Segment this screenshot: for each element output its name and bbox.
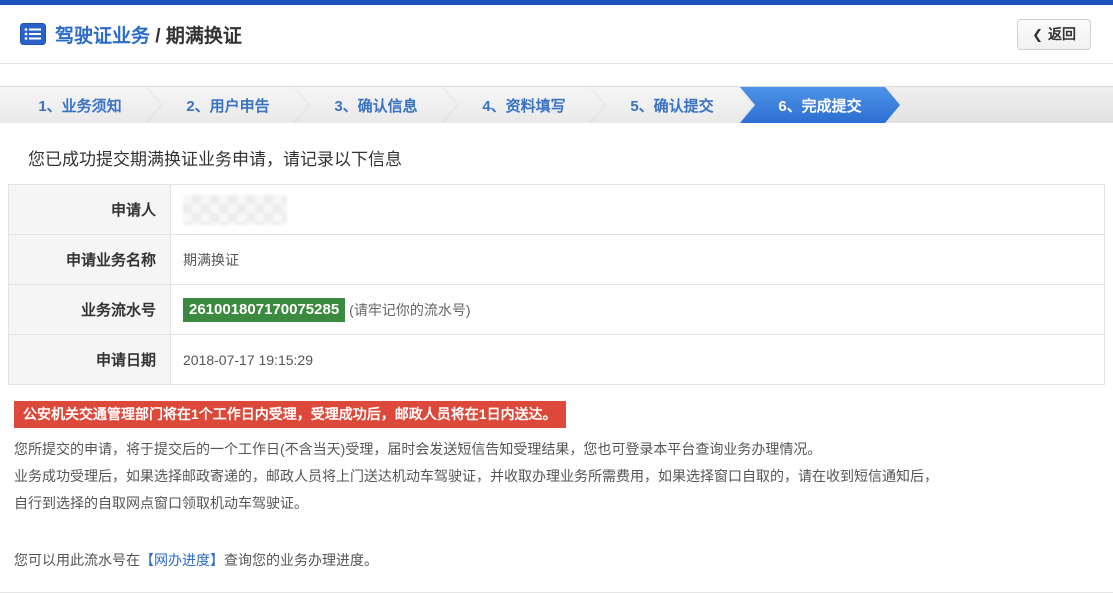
serial-number-note: (请牢记你的流水号)	[349, 302, 470, 318]
note-paragraph-2: 业务成功受理后，如果选择邮政寄递的，邮政人员将上门送达机动车驾驶证，并收取办理业…	[14, 463, 1099, 490]
header-title-group: 驾驶证业务 / 期满换证	[20, 21, 242, 48]
application-info-table: 申请人 申请业务名称 期满换证 业务流水号 261001807170075285…	[8, 184, 1105, 385]
online-progress-link[interactable]: 【网办进度】	[140, 552, 224, 568]
note-paragraph-1: 您所提交的申请，将于提交后的一个工作日(不含当天)受理，届时会发送短信告知受理结…	[14, 436, 1099, 463]
page-title-secondary: 期满换证	[166, 26, 242, 47]
page: 驾驶证业务 / 期满换证 ❮ 返回 1、业务须知 2、用户申告 3、确认信息 4…	[0, 0, 1113, 593]
row-label-serial-number: 业务流水号	[9, 285, 171, 335]
header: 驾驶证业务 / 期满换证 ❮ 返回	[0, 5, 1113, 64]
back-button-label: 返回	[1048, 24, 1076, 44]
row-label-application-date: 申请日期	[9, 335, 171, 385]
chevron-left-icon: ❮	[1032, 28, 1043, 41]
row-label-applicant: 申请人	[9, 185, 171, 235]
step-1-business-notice: 1、业务须知	[0, 87, 160, 123]
table-row-application-date: 申请日期 2018-07-17 19:15:29	[9, 335, 1105, 385]
main-content: 您已成功提交期满换证业务申请，请记录以下信息 申请人 申请业务名称 期满换证 业…	[0, 123, 1113, 574]
step-4-fill-materials: 4、资料填写	[444, 87, 604, 123]
row-label-service-name: 申请业务名称	[9, 235, 171, 285]
progress-line-prefix: 您可以用此流水号在	[14, 552, 140, 568]
page-title: 驾驶证业务 / 期满换证	[55, 21, 242, 48]
row-value-application-date: 2018-07-17 19:15:29	[171, 335, 1105, 385]
step-3-confirm-info: 3、确认信息	[296, 87, 456, 123]
row-value-service-name: 期满换证	[171, 235, 1105, 285]
progress-query-line: 您可以用此流水号在【网办进度】查询您的业务办理进度。	[8, 517, 1105, 574]
row-value-applicant	[171, 185, 1105, 235]
step-2-user-declaration: 2、用户申告	[148, 87, 308, 123]
notes-paragraphs: 您所提交的申请，将于提交后的一个工作日(不含当天)受理，届时会发送短信告知受理结…	[8, 434, 1105, 517]
serial-number-badge: 261001807170075285	[183, 298, 345, 322]
page-title-primary: 驾驶证业务	[55, 26, 150, 47]
success-heading: 您已成功提交期满换证业务申请，请记录以下信息	[8, 123, 1105, 184]
table-row-service-name: 申请业务名称 期满换证	[9, 235, 1105, 285]
list-icon	[20, 23, 46, 45]
row-value-serial-number: 261001807170075285(请牢记你的流水号)	[171, 285, 1105, 335]
progress-line-suffix: 查询您的业务办理进度。	[224, 552, 378, 568]
step-progress-bar: 1、业务须知 2、用户申告 3、确认信息 4、资料填写 5、确认提交 6、完成提…	[0, 86, 1113, 123]
step-6-submission-complete: 6、完成提交	[740, 87, 900, 123]
header-steps-gap	[0, 64, 1113, 86]
warning-banner: 公安机关交通管理部门将在1个工作日内受理，受理成功后，邮政人员将在1日内送达。	[14, 401, 566, 428]
note-paragraph-3: 自行到选择的自取网点窗口领取机动车驾驶证。	[14, 490, 1099, 517]
page-title-separator: /	[150, 26, 166, 47]
step-5-confirm-submit: 5、确认提交	[592, 87, 752, 123]
table-row-serial-number: 业务流水号 261001807170075285(请牢记你的流水号)	[9, 285, 1105, 335]
back-button[interactable]: ❮ 返回	[1017, 19, 1091, 50]
table-row-applicant: 申请人	[9, 185, 1105, 235]
warning-banner-wrap: 公安机关交通管理部门将在1个工作日内受理，受理成功后，邮政人员将在1日内送达。	[8, 385, 1105, 434]
redacted-applicant-name	[183, 195, 287, 225]
